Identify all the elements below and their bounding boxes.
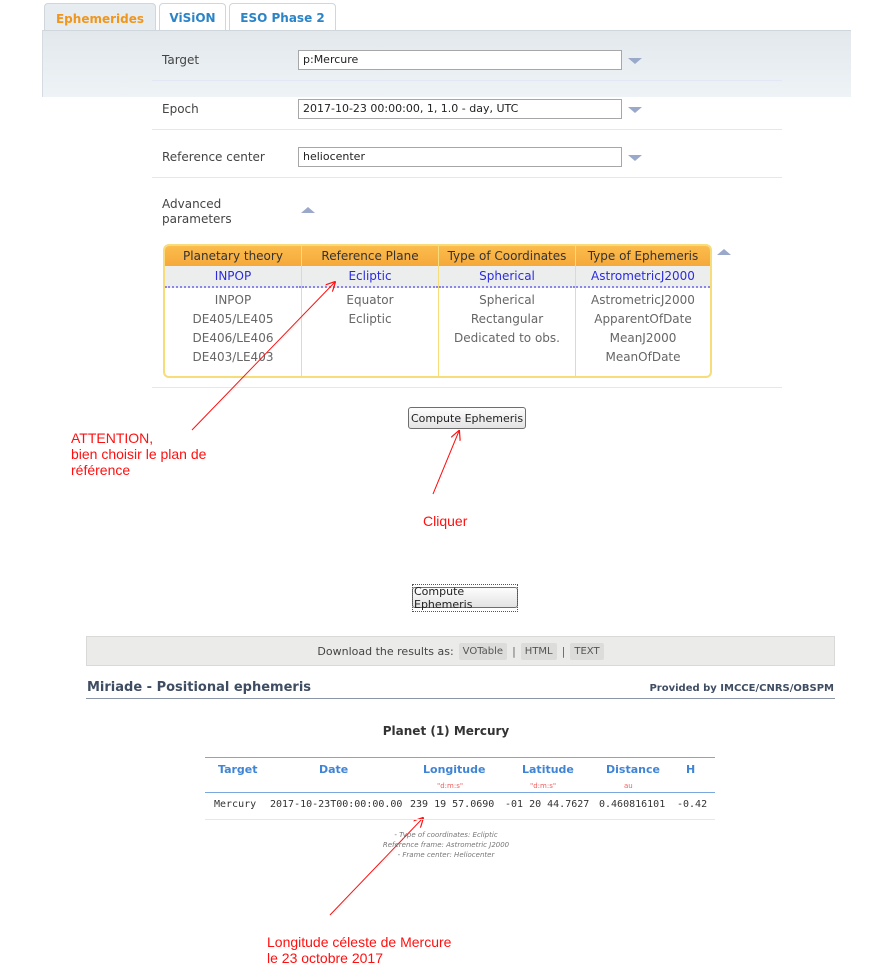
provider-credit: Provided by IMCCE/CNRS/OBSPM [649,683,834,694]
separator: | [561,644,566,658]
cell-h: -0.42 [677,799,708,810]
arrow-to-reference-plane [191,282,335,431]
note-line: - Frame center: Heliocenter [397,851,495,859]
cell-latitude: -01 20 44.7627 [505,799,590,810]
compute-ephemeris-button-focused[interactable]: Compute Ephemeris [412,583,518,612]
longitude-annotation: Longitude céleste de Mercure le 23 octob… [267,934,451,966]
annotation-line: le 23 octobre 2017 [267,950,383,966]
annotation-line: Longitude céleste de Mercure [267,934,452,950]
button-label: Compute Ephemeris [412,583,518,612]
header-longitude: Longitude [423,763,486,776]
header-date: Date [319,763,349,776]
cell-date: 2017-10-23T00:00:00.00 [270,799,403,810]
unit-longitude: "d:m:s" [437,782,464,790]
title-rule [86,698,835,699]
planet-title: Planet (1) Mercury [382,724,510,738]
download-votable-link[interactable]: VOTable [458,642,508,660]
download-text-link[interactable]: TEXT [570,642,604,660]
header-h: H [686,763,696,776]
note-line: Reference frame: Astrometric J2000 [382,841,510,849]
header-target: Target [218,763,258,776]
cell-target: Mercury [214,799,257,810]
header-latitude: Latitude [522,763,574,776]
separator: | [512,644,516,658]
download-html-link[interactable]: HTML [520,642,557,660]
cell-distance: 0.460816101 [599,799,666,810]
download-bar: Download the results as: VOTable | HTML … [86,636,835,666]
header-bottom-rule [205,792,715,793]
row-bottom-rule [205,819,715,820]
section-title: Miriade - Positional ephemeris [87,680,312,695]
cell-longitude: 239 19 57.0690 [410,799,495,810]
note-line: - Type of coordinates: Ecliptic [394,831,498,839]
table-top-rule [205,757,715,758]
download-label: Download the results as: [317,644,454,658]
unit-latitude: "d:m:s" [530,782,557,790]
unit-distance: au [624,782,633,790]
arrow-to-compute-button [432,431,459,495]
header-distance: Distance [606,763,660,776]
